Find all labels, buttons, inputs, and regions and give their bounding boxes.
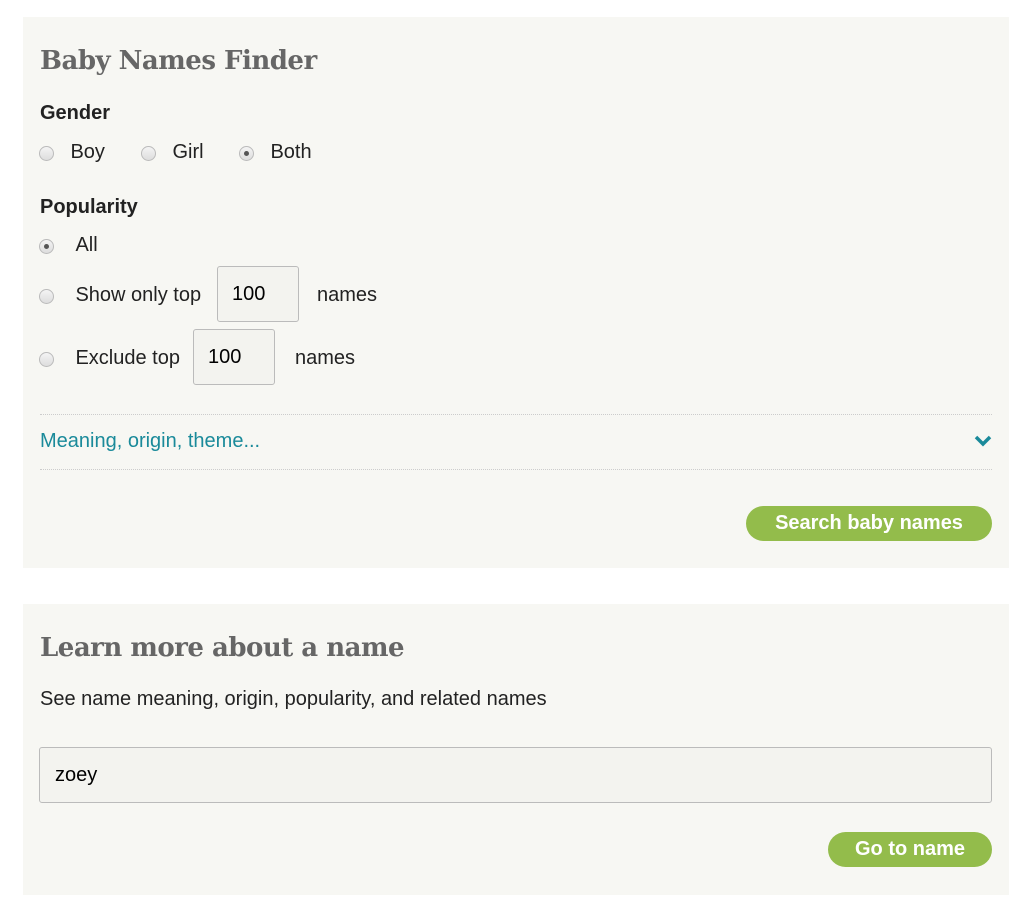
gender-radio-boy[interactable]: Boy xyxy=(39,141,105,164)
gender-label: Gender xyxy=(40,102,111,124)
radio[interactable] xyxy=(141,146,156,162)
radio-label: All xyxy=(75,234,98,256)
exclude-count-input[interactable] xyxy=(193,329,275,385)
radio[interactable] xyxy=(39,289,54,305)
popularity-radio-top[interactable]: Show only top xyxy=(39,284,201,307)
search-baby-names-button[interactable]: Search baby names xyxy=(746,506,992,541)
radio-label: Girl xyxy=(172,141,204,163)
radio[interactable] xyxy=(239,146,254,162)
panel-title: Baby Names Finder xyxy=(40,46,317,76)
learn-more-panel: Learn more about a name See name meaning… xyxy=(23,604,1009,895)
popularity-radio-exclude[interactable]: Exclude top xyxy=(39,347,180,370)
radio[interactable] xyxy=(39,239,54,255)
panel-subtitle: See name meaning, origin, popularity, an… xyxy=(40,688,547,710)
radio-label: Show only top xyxy=(75,284,202,306)
gender-radio-girl[interactable]: Girl xyxy=(141,141,204,164)
divider xyxy=(40,469,992,470)
radio-label: Both xyxy=(270,141,312,163)
popularity-label: Popularity xyxy=(40,196,138,218)
radio[interactable] xyxy=(39,146,54,162)
baby-names-finder-panel: Baby Names Finder Gender Boy Girl Both P… xyxy=(23,17,1009,568)
go-to-name-button[interactable]: Go to name xyxy=(828,832,992,867)
top-count-input[interactable] xyxy=(217,266,299,322)
exclude-suffix: names xyxy=(295,347,356,369)
panel-title: Learn more about a name xyxy=(40,633,405,663)
name-search-input[interactable] xyxy=(39,747,992,803)
radio[interactable] xyxy=(39,352,54,368)
meaning-origin-theme-toggle[interactable]: Meaning, origin, theme... xyxy=(40,415,992,469)
chevron-down-icon[interactable] xyxy=(974,435,992,447)
gender-radio-both[interactable]: Both xyxy=(239,141,312,164)
top-suffix: names xyxy=(317,284,378,306)
popularity-radio-all[interactable]: All xyxy=(39,234,98,257)
radio-label: Boy xyxy=(70,141,105,163)
meaning-origin-theme-link[interactable]: Meaning, origin, theme... xyxy=(40,430,260,453)
radio-label: Exclude top xyxy=(75,347,180,369)
